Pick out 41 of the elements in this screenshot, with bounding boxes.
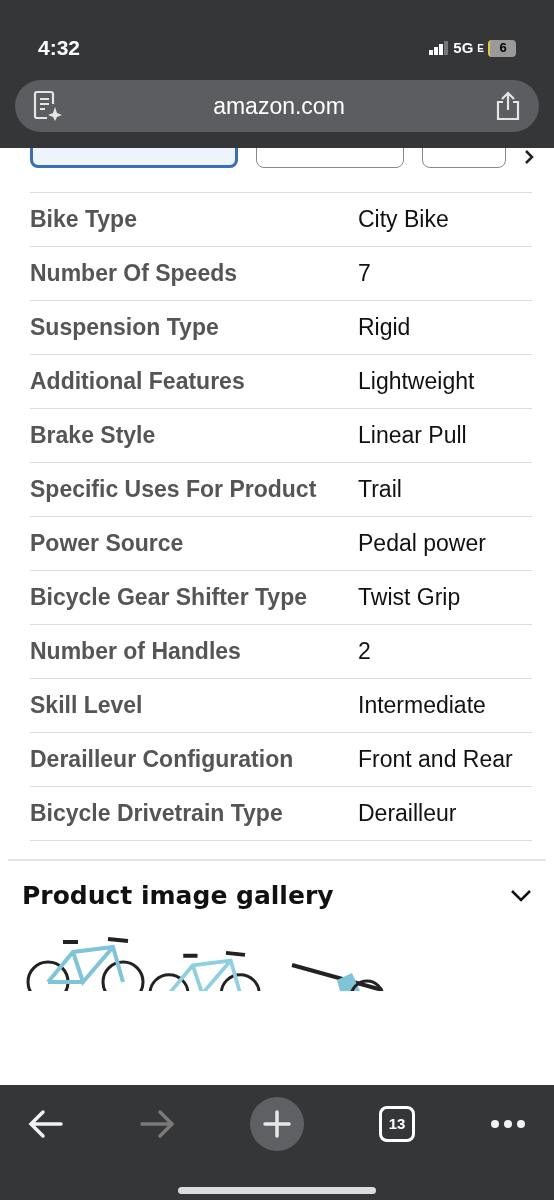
spec-label: Suspension Type — [30, 313, 220, 342]
spec-label: Bicycle Drivetrain Type — [30, 799, 284, 828]
more-icon[interactable] — [490, 1119, 526, 1129]
battery-indicator: 6 — [488, 39, 516, 57]
back-arrow-icon[interactable] — [28, 1109, 64, 1139]
network-suffix: E — [477, 41, 484, 56]
url-text[interactable]: amazon.com — [213, 88, 345, 124]
spec-label: Bicycle Gear Shifter Type — [30, 583, 308, 612]
spec-value: Front and Rear — [358, 745, 514, 774]
spec-label: Number of Handles — [30, 637, 242, 666]
spec-label: Additional Features — [30, 367, 246, 396]
share-icon[interactable] — [495, 91, 521, 121]
spec-value: Pedal power — [358, 529, 487, 558]
new-tab-button[interactable] — [250, 1097, 304, 1151]
spec-value: Lightweight — [358, 367, 476, 396]
spec-label: Brake Style — [30, 421, 157, 450]
spec-label: Number Of Speeds — [30, 259, 239, 288]
clock: 4:32 — [38, 35, 81, 62]
spec-label: Specific Uses For Product — [30, 475, 318, 504]
spec-label: Bike Type — [30, 205, 138, 234]
spec-label: Power Source — [30, 529, 185, 558]
signal-icon — [429, 41, 450, 55]
spec-value: Trail — [358, 475, 403, 504]
document-sparkle-icon[interactable] — [33, 90, 63, 122]
spec-value: Intermediate — [358, 691, 487, 720]
spec-value: Rigid — [358, 313, 412, 342]
section-title: Product image gallery — [22, 880, 334, 912]
spec-label: Derailleur Configuration — [30, 745, 295, 774]
spec-value: Twist Grip — [358, 583, 462, 612]
address-bar[interactable]: amazon.com — [15, 80, 539, 132]
chevron-down-icon[interactable] — [510, 888, 532, 903]
plus-icon — [263, 1110, 291, 1138]
spec-value: Derailleur — [358, 799, 458, 828]
spec-value: Linear Pull — [358, 421, 468, 450]
chevron-right-icon[interactable] — [524, 150, 534, 164]
spec-label: Skill Level — [30, 691, 144, 720]
spec-value: 2 — [358, 637, 372, 666]
network-label: 5G — [453, 37, 474, 58]
tab-count-button[interactable]: 13 — [379, 1106, 415, 1142]
spec-value: 7 — [358, 259, 372, 288]
spec-value: City Bike — [358, 205, 450, 234]
